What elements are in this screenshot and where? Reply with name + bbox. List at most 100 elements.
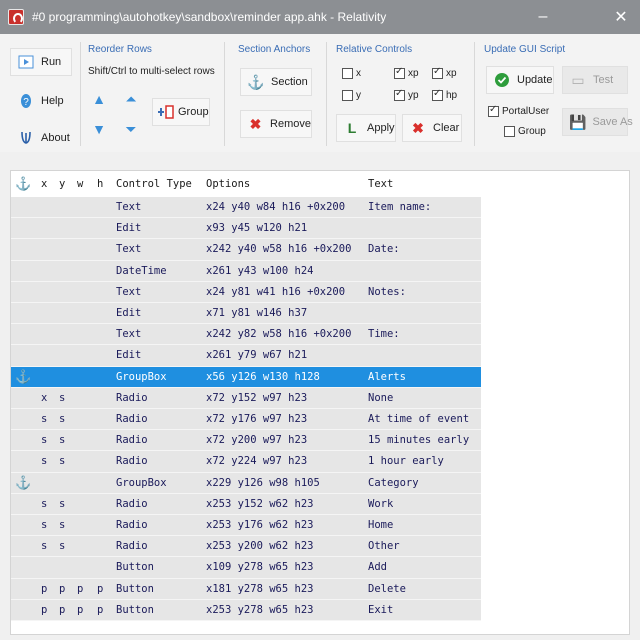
cell-h: p bbox=[97, 582, 104, 595]
cell-options: x72 y224 w97 h23 bbox=[206, 455, 308, 468]
minimize-button[interactable]: – bbox=[520, 0, 566, 34]
move-up-icon[interactable]: ▲ bbox=[88, 88, 110, 110]
help-label: Help bbox=[41, 95, 64, 107]
update-button[interactable]: Update bbox=[486, 66, 554, 94]
cell-x: p bbox=[41, 582, 48, 595]
header-text[interactable]: Text bbox=[368, 174, 393, 194]
cell-type: GroupBox bbox=[116, 476, 167, 489]
move-bottom-icon[interactable]: ⏷ bbox=[120, 118, 142, 140]
cell-options: x253 y152 w62 h23 bbox=[206, 497, 314, 510]
apply-label: Apply bbox=[367, 122, 395, 134]
table-row[interactable]: Edit x93 y45 w120 h21 bbox=[11, 218, 481, 240]
checkbox-x[interactable]: x bbox=[342, 68, 361, 79]
table-row[interactable]: Edit x71 y81 w146 h37 bbox=[11, 303, 481, 324]
table-row[interactable]: Text x24 y40 w84 h16 +0x200 Item name: bbox=[11, 197, 481, 218]
run-button[interactable]: Run bbox=[10, 48, 72, 76]
checkbox-xp2[interactable]: xp bbox=[432, 66, 457, 79]
cell-y: s bbox=[59, 519, 66, 531]
cell-type: Button bbox=[116, 582, 154, 595]
relative-controls-title: Relative Controls bbox=[336, 44, 413, 55]
cell-options: x72 y152 w97 h23 bbox=[206, 391, 308, 404]
cell-type: Text bbox=[116, 201, 142, 213]
cell-text: Other bbox=[368, 540, 400, 553]
close-button[interactable]: ✕ bbox=[598, 0, 640, 34]
clear-label: Clear bbox=[433, 122, 460, 134]
table-row[interactable]: s s Radio x72 y176 w97 h23 At time of event bbox=[11, 409, 481, 430]
cell-x: s bbox=[41, 540, 48, 553]
header-control-type[interactable]: Control Type bbox=[116, 174, 192, 194]
row-divider bbox=[11, 620, 481, 621]
checkbox-hp[interactable]: hp bbox=[432, 88, 457, 101]
table-row[interactable]: DateTime x261 y43 w100 h24 bbox=[11, 260, 481, 282]
header-x[interactable]: x bbox=[41, 174, 47, 194]
separator bbox=[80, 42, 81, 146]
table-row[interactable]: ⚓ GroupBox x229 y126 w98 h105 Category bbox=[11, 472, 481, 494]
cell-x: s bbox=[41, 455, 48, 468]
table-row[interactable]: ⚓ GroupBox x56 y126 w130 h128 Alerts bbox=[11, 366, 481, 388]
cell-x: p bbox=[41, 603, 48, 616]
test-button[interactable]: ▭ Test bbox=[562, 66, 628, 94]
table-row[interactable]: s s Radio x253 y152 w62 h23 Work bbox=[11, 493, 481, 515]
apply-button[interactable]: L Apply bbox=[336, 114, 396, 142]
table-row[interactable]: Text x24 y81 w41 h16 +0x200 Notes: bbox=[11, 281, 481, 303]
controls-grid[interactable]: ⚓ x y w h Control Type Options Text Text… bbox=[10, 170, 630, 635]
cell-y: s bbox=[59, 413, 66, 425]
cell-text: Alerts bbox=[368, 370, 406, 383]
header-h[interactable]: h bbox=[97, 174, 103, 194]
checkbox-yp-label: yp bbox=[408, 90, 419, 101]
table-row[interactable]: p p p p Button x181 y278 w65 h23 Delete bbox=[11, 578, 481, 600]
save-as-button[interactable]: 💾 Save As bbox=[562, 108, 633, 136]
table-row[interactable]: Edit x261 y79 w67 h21 bbox=[11, 345, 481, 367]
checkbox-x-label: x bbox=[356, 68, 361, 79]
cell-options: x72 y176 w97 h23 bbox=[206, 413, 308, 425]
cell-options: x242 y40 w58 h16 +0x200 bbox=[206, 243, 352, 256]
cell-type: Radio bbox=[116, 540, 148, 553]
table-row[interactable]: Text x242 y82 w58 h16 +0x200 Time: bbox=[11, 324, 481, 346]
svg-text:?: ? bbox=[23, 97, 29, 108]
clear-button[interactable]: ✖ Clear bbox=[402, 114, 462, 142]
move-down-icon[interactable]: ▼ bbox=[88, 118, 110, 140]
remove-button[interactable]: ✖ Remove bbox=[240, 110, 312, 138]
table-row[interactable]: p p p p Button x253 y278 w65 h23 Exit bbox=[11, 599, 481, 621]
move-top-icon[interactable]: ⏶ bbox=[120, 88, 142, 110]
header-y[interactable]: y bbox=[59, 174, 65, 194]
cell-type: Text bbox=[116, 243, 142, 256]
header-w[interactable]: w bbox=[77, 174, 83, 194]
checkbox-y[interactable]: y bbox=[342, 90, 361, 101]
cell-y: s bbox=[59, 434, 66, 447]
cell-options: x229 y126 w98 h105 bbox=[206, 476, 320, 489]
test-label: Test bbox=[593, 74, 614, 86]
checkbox-yp[interactable]: yp bbox=[394, 88, 419, 101]
help-icon: ? bbox=[17, 92, 35, 110]
test-icon: ▭ bbox=[571, 71, 585, 88]
about-button[interactable]: About bbox=[10, 124, 72, 152]
header-options[interactable]: Options bbox=[206, 174, 250, 194]
cell-text: Time: bbox=[368, 328, 400, 341]
cell-options: x181 y278 w65 h23 bbox=[206, 582, 314, 595]
table-row[interactable]: s s Radio x253 y200 w62 h23 Other bbox=[11, 536, 481, 558]
reorder-hint: Shift/Ctrl to multi-select rows bbox=[88, 66, 215, 77]
cell-text: Exit bbox=[368, 603, 394, 616]
table-row[interactable]: s s Radio x253 y176 w62 h23 Home bbox=[11, 515, 481, 536]
cell-y: s bbox=[59, 540, 66, 553]
checkbox-xp[interactable]: xp bbox=[394, 66, 419, 79]
anchor-icon: ⚓ bbox=[15, 176, 32, 191]
portal-checkbox[interactable]: PortalUser bbox=[488, 104, 549, 117]
separator bbox=[224, 42, 225, 146]
help-button[interactable]: ? Help bbox=[10, 87, 72, 115]
table-row[interactable]: x s Radio x72 y152 w97 h23 None bbox=[11, 387, 481, 409]
group-checkbox[interactable]: Group bbox=[504, 126, 546, 137]
cell-h: p bbox=[97, 603, 104, 616]
anchor-icon: ⚓ bbox=[15, 474, 32, 490]
group-button[interactable]: Group bbox=[152, 98, 210, 126]
table-row[interactable]: Text x242 y40 w58 h16 +0x200 Date: bbox=[11, 239, 481, 261]
table-row[interactable]: s s Radio x72 y200 w97 h23 15 minutes early bbox=[11, 430, 481, 452]
table-row[interactable]: s s Radio x72 y224 w97 h23 1 hour early bbox=[11, 451, 481, 473]
cell-type: DateTime bbox=[116, 264, 167, 277]
cell-text: Category bbox=[368, 476, 419, 489]
cell-options: x253 y278 w65 h23 bbox=[206, 603, 314, 616]
info-icon bbox=[17, 129, 35, 147]
section-button[interactable]: ⚓ Section bbox=[240, 68, 312, 96]
table-row[interactable]: Button x109 y278 w65 h23 Add bbox=[11, 557, 481, 579]
cell-type: Radio bbox=[116, 455, 148, 468]
